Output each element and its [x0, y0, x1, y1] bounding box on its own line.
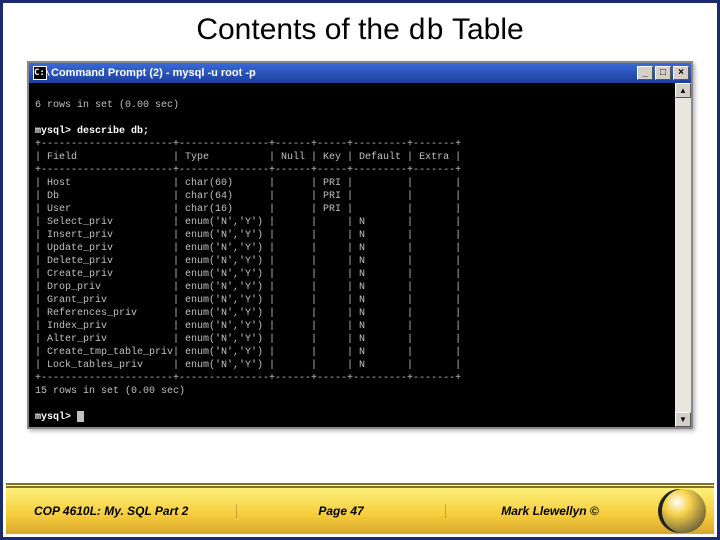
cmd-icon: C:\ [33, 66, 47, 80]
line-r06: | Update_priv | enum('N','Y') | | | N | … [35, 243, 461, 254]
slide-title: Contents of the db Table [3, 3, 717, 55]
terminal-window-wrap: C:\ Command Prompt (2) - mysql -u root -… [27, 61, 693, 429]
line-r05: | Insert_priv | enum('N','Y') | | | N | … [35, 230, 461, 241]
line-r02: | Db | char(64) | | PRI | | | [35, 191, 461, 202]
ucf-logo-icon [662, 489, 706, 533]
title-suffix: Table [444, 13, 524, 46]
title-mono: db [408, 15, 444, 49]
line-r11: | References_priv | enum('N','Y') | | | … [35, 308, 461, 319]
window-title: Command Prompt (2) - mysql -u root -p [51, 67, 637, 79]
line-r13: | Alter_priv | enum('N','Y') | | | N | | [35, 334, 461, 345]
title-prefix: Contents of the [196, 13, 408, 46]
footer-logo [654, 487, 714, 535]
line-rows-bottom: 15 rows in set (0.00 sec) [35, 386, 185, 397]
line-sep3: +----------------------+---------------+… [35, 373, 461, 384]
line-r03: | User | char(16) | | PRI | | | [35, 204, 461, 215]
line-r14: | Create_tmp_table_priv| enum('N','Y') |… [35, 347, 461, 358]
minimize-button[interactable]: _ [637, 66, 653, 80]
scroll-track[interactable] [675, 98, 691, 412]
line-header: | Field | Type | Null | Key | Default | … [35, 152, 461, 163]
line-r09: | Drop_priv | enum('N','Y') | | | N | | [35, 282, 461, 293]
scroll-up-button[interactable]: ▲ [675, 83, 691, 98]
footer-center: Page 47 [237, 504, 446, 518]
footer-left: COP 4610L: My. SQL Part 2 [6, 504, 237, 518]
titlebar[interactable]: C:\ Command Prompt (2) - mysql -u root -… [29, 63, 691, 83]
terminal-content[interactable]: 6 rows in set (0.00 sec) mysql> describe… [29, 83, 675, 427]
line-sep2: +----------------------+---------------+… [35, 165, 461, 176]
line-r10: | Grant_priv | enum('N','Y') | | | N | | [35, 295, 461, 306]
line-r12: | Index_priv | enum('N','Y') | | | N | | [35, 321, 461, 332]
line-r04: | Select_priv | enum('N','Y') | | | N | … [35, 217, 461, 228]
command-prompt-window: C:\ Command Prompt (2) - mysql -u root -… [27, 61, 693, 429]
maximize-button[interactable]: □ [655, 66, 671, 80]
line-rows-top: 6 rows in set (0.00 sec) [35, 100, 179, 111]
line-sep1: +----------------------+---------------+… [35, 139, 461, 150]
footer: COP 4610L: My. SQL Part 2 Page 47 Mark L… [6, 486, 714, 534]
footer-right: Mark Llewellyn © [446, 504, 654, 518]
line-prompt2: mysql> [35, 412, 77, 423]
footer-divider [6, 483, 714, 485]
line-r07: | Delete_priv | enum('N','Y') | | | N | … [35, 256, 461, 267]
scroll-down-button[interactable]: ▼ [675, 412, 691, 427]
cursor-icon [77, 411, 84, 422]
line-r15: | Lock_tables_priv | enum('N','Y') | | |… [35, 360, 461, 371]
line-r08: | Create_priv | enum('N','Y') | | | N | … [35, 269, 461, 280]
line-r01: | Host | char(60) | | PRI | | | [35, 178, 461, 189]
terminal-body: 6 rows in set (0.00 sec) mysql> describe… [29, 83, 691, 427]
line-prompt1: mysql> describe db; [35, 126, 149, 137]
scrollbar[interactable]: ▲ ▼ [675, 83, 691, 427]
close-button[interactable]: × [673, 66, 689, 80]
